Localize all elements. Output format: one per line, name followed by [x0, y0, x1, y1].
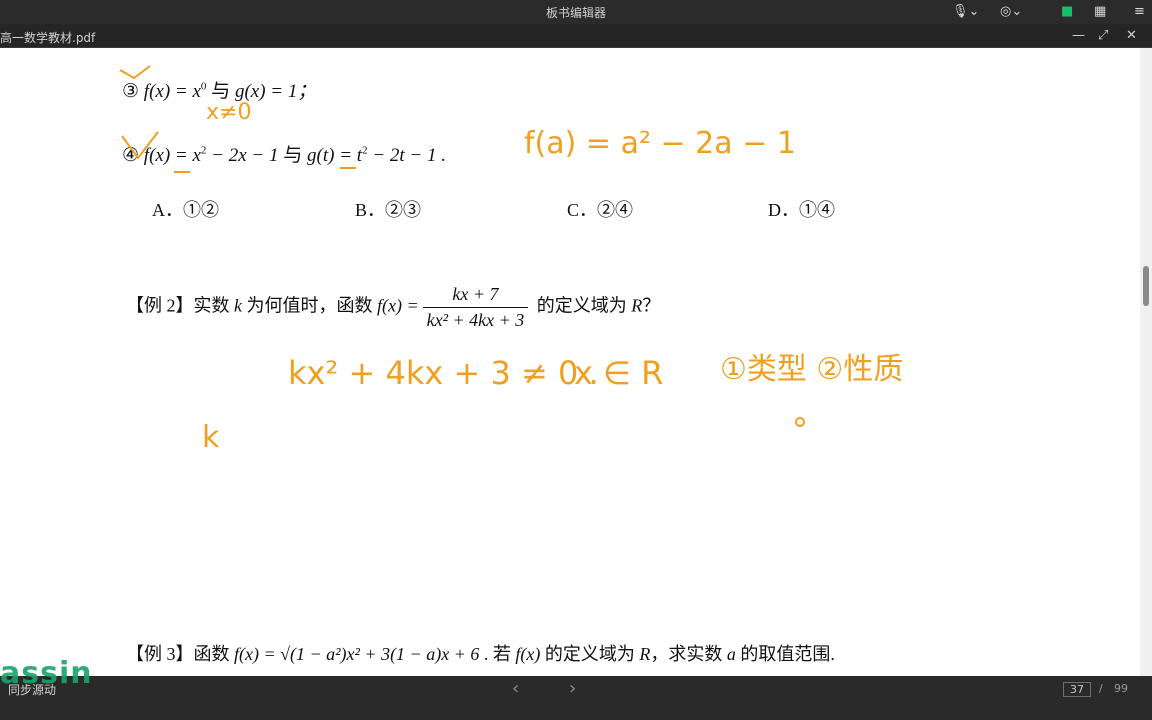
next-page-button[interactable]: › [569, 678, 576, 699]
menu-icon[interactable]: ≡ [1134, 3, 1145, 21]
close-icon[interactable]: ✕ [1126, 27, 1137, 45]
ink-note: kx² + 4kx + 3 ≠ 0 . [288, 354, 599, 392]
ink-note: f(a) = a² − 2a − 1 [524, 126, 796, 161]
vertical-scrollbar[interactable] [1140, 48, 1152, 676]
page-total: 99 [1114, 682, 1128, 695]
microphone-icon[interactable]: 🎙︎⌄ [952, 3, 979, 21]
ink-note: k [202, 420, 220, 455]
minimize-icon[interactable]: — [1072, 27, 1085, 45]
document-tab-bar: 高一数学教材.pdf — ⤢ ✕ [0, 24, 1152, 48]
ink-note: ①类型 ②性质 [720, 352, 904, 387]
restore-icon[interactable]: ⤢ [1098, 27, 1108, 45]
grid-icon[interactable]: ▦ [1094, 3, 1106, 21]
webcam-icon[interactable]: ◎⌄ [1000, 3, 1022, 21]
ink-note: x ∈ R [574, 354, 664, 392]
page-number-input[interactable]: 37 [1063, 682, 1091, 697]
scrollbar-thumb[interactable] [1143, 266, 1149, 306]
check-mark-icon [119, 65, 151, 80]
ink-note: x≠0 [206, 100, 252, 125]
document-tab[interactable]: 高一数学教材.pdf [0, 29, 95, 46]
check-mark-icon [121, 131, 159, 160]
camera-icon[interactable]: ■ [1061, 3, 1073, 21]
sync-label: 同步源动 [8, 683, 57, 697]
title-bar: 板书编辑器 🎙︎⌄ ◎⌄ ■ ▦ ≡ [0, 0, 1152, 24]
pdf-page: ③ f(x) = x0 与 g(x) = 1； ④ f(x) = x2 − 2x… [0, 48, 1140, 676]
previous-page-button[interactable]: ‹ [512, 678, 519, 699]
pointer-icon [795, 417, 805, 427]
page-separator: / [1099, 682, 1103, 695]
